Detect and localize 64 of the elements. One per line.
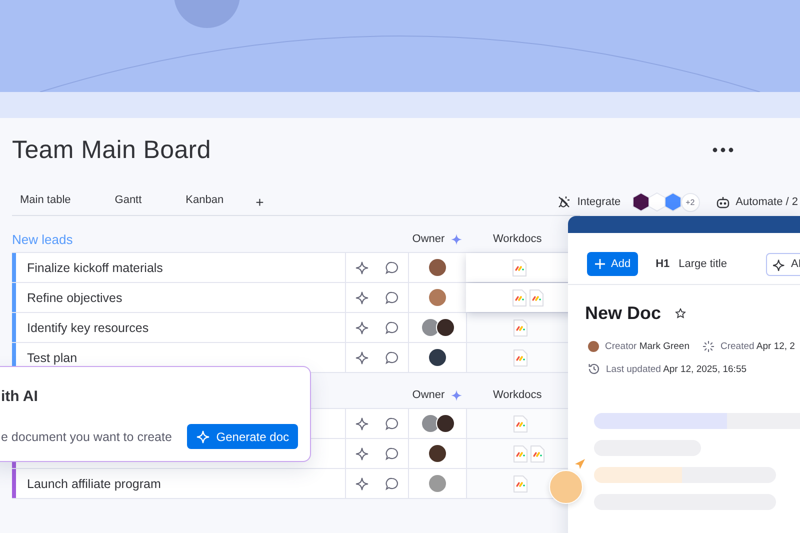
more-icon[interactable] <box>712 147 734 153</box>
sparkle-icon[interactable] <box>355 446 369 460</box>
loader-icon <box>703 341 714 352</box>
sparkle-icon <box>450 390 462 400</box>
view-tab[interactable]: Gantt <box>106 194 150 210</box>
sparkle-icon <box>196 430 210 444</box>
plus-icon <box>594 258 606 270</box>
doc-title: New Doc <box>585 303 662 324</box>
creator-text: Creator Mark Green <box>605 341 690 352</box>
popup-title: ith AI <box>1 386 39 406</box>
heading-icon: H1 <box>656 258 670 270</box>
generate-doc-button[interactable]: Generate doc <box>187 424 298 449</box>
column-header: Workdocs <box>493 233 542 245</box>
column-header: Owner <box>412 389 445 401</box>
prompt-text: e document you want to create <box>1 430 172 444</box>
document-icon[interactable] <box>513 414 528 432</box>
sparkle-icon[interactable] <box>355 260 369 274</box>
add-button[interactable]: Add <box>587 252 638 276</box>
integrate-button[interactable]: Integrate <box>577 196 621 208</box>
updated-text: Last updated Apr 12, 2025, 16:55 <box>606 364 747 374</box>
star-icon[interactable] <box>675 308 686 319</box>
board-title: Team Main Board <box>12 136 211 164</box>
robot-icon <box>716 196 730 208</box>
document-icon[interactable] <box>529 288 544 306</box>
document-icon[interactable] <box>512 288 527 306</box>
created-text: Created Apr 12, 2 <box>720 341 795 352</box>
automate-button[interactable]: Automate / 2 <box>736 196 798 208</box>
comment-icon[interactable] <box>385 260 399 274</box>
item-name[interactable]: Launch affiliate program <box>27 476 161 490</box>
column-header: Owner <box>412 233 445 245</box>
cursor-arrow-icon <box>574 458 586 470</box>
sparkle-icon[interactable] <box>355 320 369 334</box>
more-apps-badge[interactable]: +2 <box>680 192 700 212</box>
document-icon[interactable] <box>512 258 527 276</box>
sparkle-icon[interactable] <box>355 350 369 364</box>
view-tab[interactable]: Kanban <box>178 194 232 210</box>
comment-icon[interactable] <box>385 446 399 460</box>
avatar <box>588 341 599 352</box>
document-icon[interactable] <box>513 318 528 336</box>
document-icon[interactable] <box>513 348 528 366</box>
item-name[interactable]: Identify key resources <box>27 320 149 334</box>
text-style-dropdown[interactable]: Large title <box>678 258 727 270</box>
view-tab[interactable]: Main table <box>12 194 79 210</box>
sparkle-icon <box>450 234 462 244</box>
comment-icon[interactable] <box>385 290 399 304</box>
item-name[interactable]: Finalize kickoff materials <box>27 260 163 274</box>
document-icon[interactable] <box>513 474 528 492</box>
comment-icon[interactable] <box>385 350 399 364</box>
item-name[interactable]: Test plan <box>27 350 78 364</box>
sparkle-icon[interactable] <box>355 476 369 490</box>
history-icon <box>588 363 600 375</box>
document-icon[interactable] <box>530 444 545 462</box>
add-view-button[interactable]: + <box>248 194 272 210</box>
column-header: Workdocs <box>493 389 542 401</box>
ai-button[interactable]: AI <box>766 252 800 276</box>
sparkle-icon[interactable] <box>355 290 369 304</box>
sparkle-icon[interactable] <box>355 416 369 430</box>
plug-icon <box>557 195 572 209</box>
item-name[interactable]: Refine objectives <box>27 290 122 304</box>
comment-icon[interactable] <box>385 476 399 490</box>
comment-icon[interactable] <box>385 416 399 430</box>
sparkle-icon <box>772 258 786 270</box>
document-icon[interactable] <box>513 444 528 462</box>
comment-icon[interactable] <box>385 320 399 334</box>
